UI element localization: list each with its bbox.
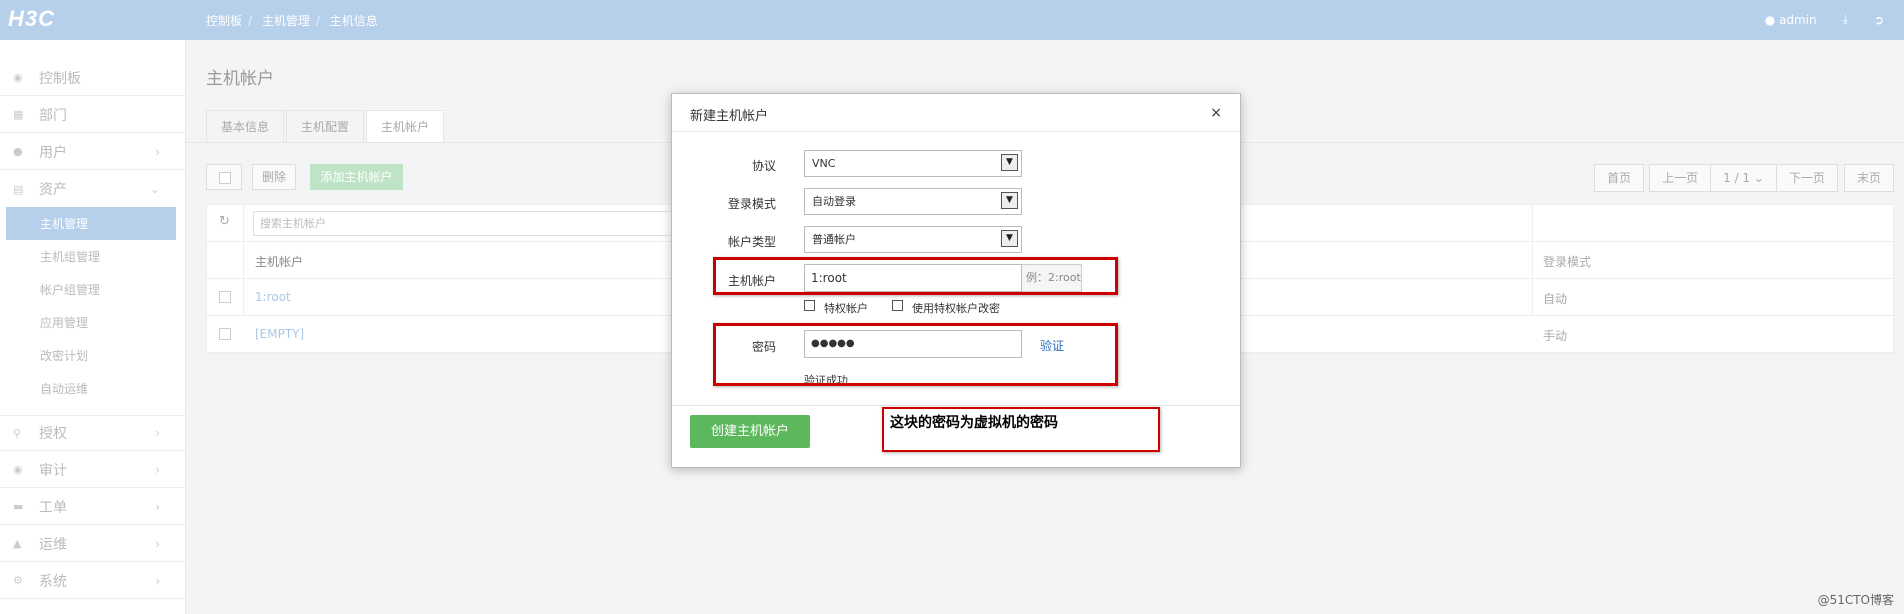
cell-login-mode: 手动 [1543, 329, 1568, 343]
sitemap-icon: ▲ [13, 537, 22, 550]
top-bar: H3C 控制板 / 主机管理 / 主机信息 ● admin ⤓ ➲ [0, 0, 1904, 40]
user-menu[interactable]: ● admin [1765, 13, 1817, 27]
account-link[interactable]: [EMPTY] [255, 327, 304, 341]
refresh-icon[interactable]: ↻ [219, 214, 230, 229]
protocol-select[interactable]: VNC ▼ [804, 150, 1022, 177]
chevron-down-icon: ▼ [1001, 192, 1018, 209]
row-checkbox[interactable] [219, 328, 231, 340]
annotation-box-host-account [713, 257, 1118, 295]
prev-page-button[interactable]: 上一页 [1649, 164, 1712, 192]
chevron-down-icon: ▼ [1001, 154, 1018, 171]
chevron-down-icon: ⌄ [1753, 171, 1764, 185]
last-page-button[interactable]: 末页 [1843, 164, 1894, 192]
sidebar-item-operations[interactable]: ▲ 运维 › [0, 526, 186, 562]
use-privileged-checkbox[interactable] [892, 300, 903, 311]
column-header-account: 主机帐户 [255, 255, 304, 269]
sidebar-sub-app-management[interactable]: 应用管理 [6, 306, 176, 339]
page-title: 主机帐户 [206, 69, 274, 89]
delete-button[interactable]: 删除 [252, 164, 296, 190]
chevron-down-icon: ▼ [1001, 230, 1018, 247]
login-mode-label: 登录模式 [727, 197, 776, 211]
sidebar-item-department[interactable]: ▦ 部门 [0, 97, 186, 133]
privileged-label: 特权帐户 [824, 302, 868, 315]
watermark: @51CTO博客 [1817, 593, 1894, 607]
key-icon: ⚲ [13, 426, 22, 440]
page-select[interactable]: 1 / 1 ⌄ [1710, 164, 1777, 192]
sidebar-item-assets[interactable]: ▤ 资产 ⌄ [0, 171, 186, 207]
sidebar-sub-account-group[interactable]: 帐户组管理 [6, 273, 176, 306]
gear-icon: ⚙ [13, 574, 23, 587]
account-type-select[interactable]: 普通帐户 ▼ [804, 226, 1022, 253]
user-icon: ● [13, 145, 23, 158]
login-mode-select[interactable]: 自动登录 ▼ [804, 188, 1022, 215]
annotation-box-password [713, 323, 1118, 386]
sidebar-item-audit[interactable]: ◉ 审计 › [0, 452, 186, 488]
sidebar-item-authorization[interactable]: ⚲ 授权 › [0, 415, 186, 451]
chevron-right-icon: › [155, 573, 160, 588]
asset-icon: ▤ [13, 182, 24, 196]
cell-login-mode: 自动 [1543, 292, 1568, 306]
first-page-button[interactable]: 首页 [1594, 164, 1645, 192]
tab-bar: 基本信息 主机配置 主机帐户 [206, 110, 446, 142]
sidebar: ◉ 控制板 ▦ 部门 ● 用户 › ▤ 资产 ⌄ 主机管理 主机组管理 帐户组管理 应用… [0, 40, 186, 614]
eye-icon: ◉ [13, 463, 23, 476]
sidebar-sub-host-group[interactable]: 主机组管理 [6, 240, 176, 273]
dialog-title: 新建主机帐户 [690, 109, 769, 124]
sidebar-sub-auto-ops[interactable]: 自动运维 [6, 372, 176, 405]
column-header-login-mode: 登录模式 [1543, 255, 1592, 269]
user-icon: ● [1764, 12, 1776, 27]
top-right-actions: ● admin ⤓ ➲ [1765, 12, 1884, 27]
select-all-checkbox[interactable] [206, 164, 242, 190]
chevron-right-icon: › [155, 426, 160, 440]
sidebar-sub-password-plan[interactable]: 改密计划 [6, 339, 176, 372]
pagination: 首页 上一页 1 / 1 ⌄ 下一页 末页 [1594, 164, 1894, 192]
next-page-button[interactable]: 下一页 [1775, 164, 1838, 192]
chevron-right-icon: › [155, 144, 160, 159]
tab-host-account[interactable]: 主机帐户 [366, 110, 445, 142]
search-input[interactable]: 搜索主机帐户 [253, 211, 673, 236]
account-link[interactable]: 1:root [255, 290, 291, 304]
row-checkbox[interactable] [219, 291, 231, 303]
chevron-right-icon: › [155, 462, 160, 477]
grid-icon: ▦ [13, 108, 24, 121]
annotation-note-text: 这块的密码为虚拟机的密码 [890, 415, 1058, 431]
close-icon[interactable]: × [1210, 105, 1222, 121]
account-type-label: 帐户类型 [727, 235, 776, 249]
dialog-header: 新建主机帐户 × [672, 94, 1240, 132]
sidebar-item-dashboard[interactable]: ◉ 控制板 [0, 60, 186, 96]
doc-icon: ▬ [13, 500, 24, 513]
tab-basic-info[interactable]: 基本信息 [206, 110, 285, 142]
chevron-right-icon: › [155, 499, 160, 514]
breadcrumb-item-host-management[interactable]: 主机管理 [262, 14, 310, 28]
breadcrumb-item-host-info: 主机信息 [329, 14, 378, 28]
privileged-checkbox[interactable] [804, 300, 815, 311]
sidebar-item-system[interactable]: ⚙ 系统 › [0, 563, 186, 599]
breadcrumb: 控制板 / 主机管理 / 主机信息 [206, 14, 378, 28]
h3c-logo: H3C [8, 6, 56, 31]
logout-icon[interactable]: ➲ [1874, 13, 1884, 27]
sidebar-item-tickets[interactable]: ▬ 工单 › [0, 489, 186, 525]
chevron-right-icon: › [155, 536, 160, 551]
use-privileged-label: 使用特权帐户改密 [912, 302, 1000, 315]
add-host-account-button[interactable]: 添加主机帐户 [310, 164, 403, 190]
download-icon[interactable]: ⤓ [1843, 12, 1848, 27]
tab-host-config[interactable]: 主机配置 [286, 110, 365, 142]
chevron-down-icon: ⌄ [149, 182, 160, 196]
dashboard-icon: ◉ [13, 71, 23, 84]
protocol-label: 协议 [751, 159, 776, 173]
sidebar-sub-host-management[interactable]: 主机管理 [6, 207, 176, 240]
sidebar-item-users[interactable]: ● 用户 › [0, 134, 186, 170]
create-host-account-button[interactable]: 创建主机帐户 [690, 415, 810, 448]
breadcrumb-item-dashboard[interactable]: 控制板 [206, 14, 242, 28]
